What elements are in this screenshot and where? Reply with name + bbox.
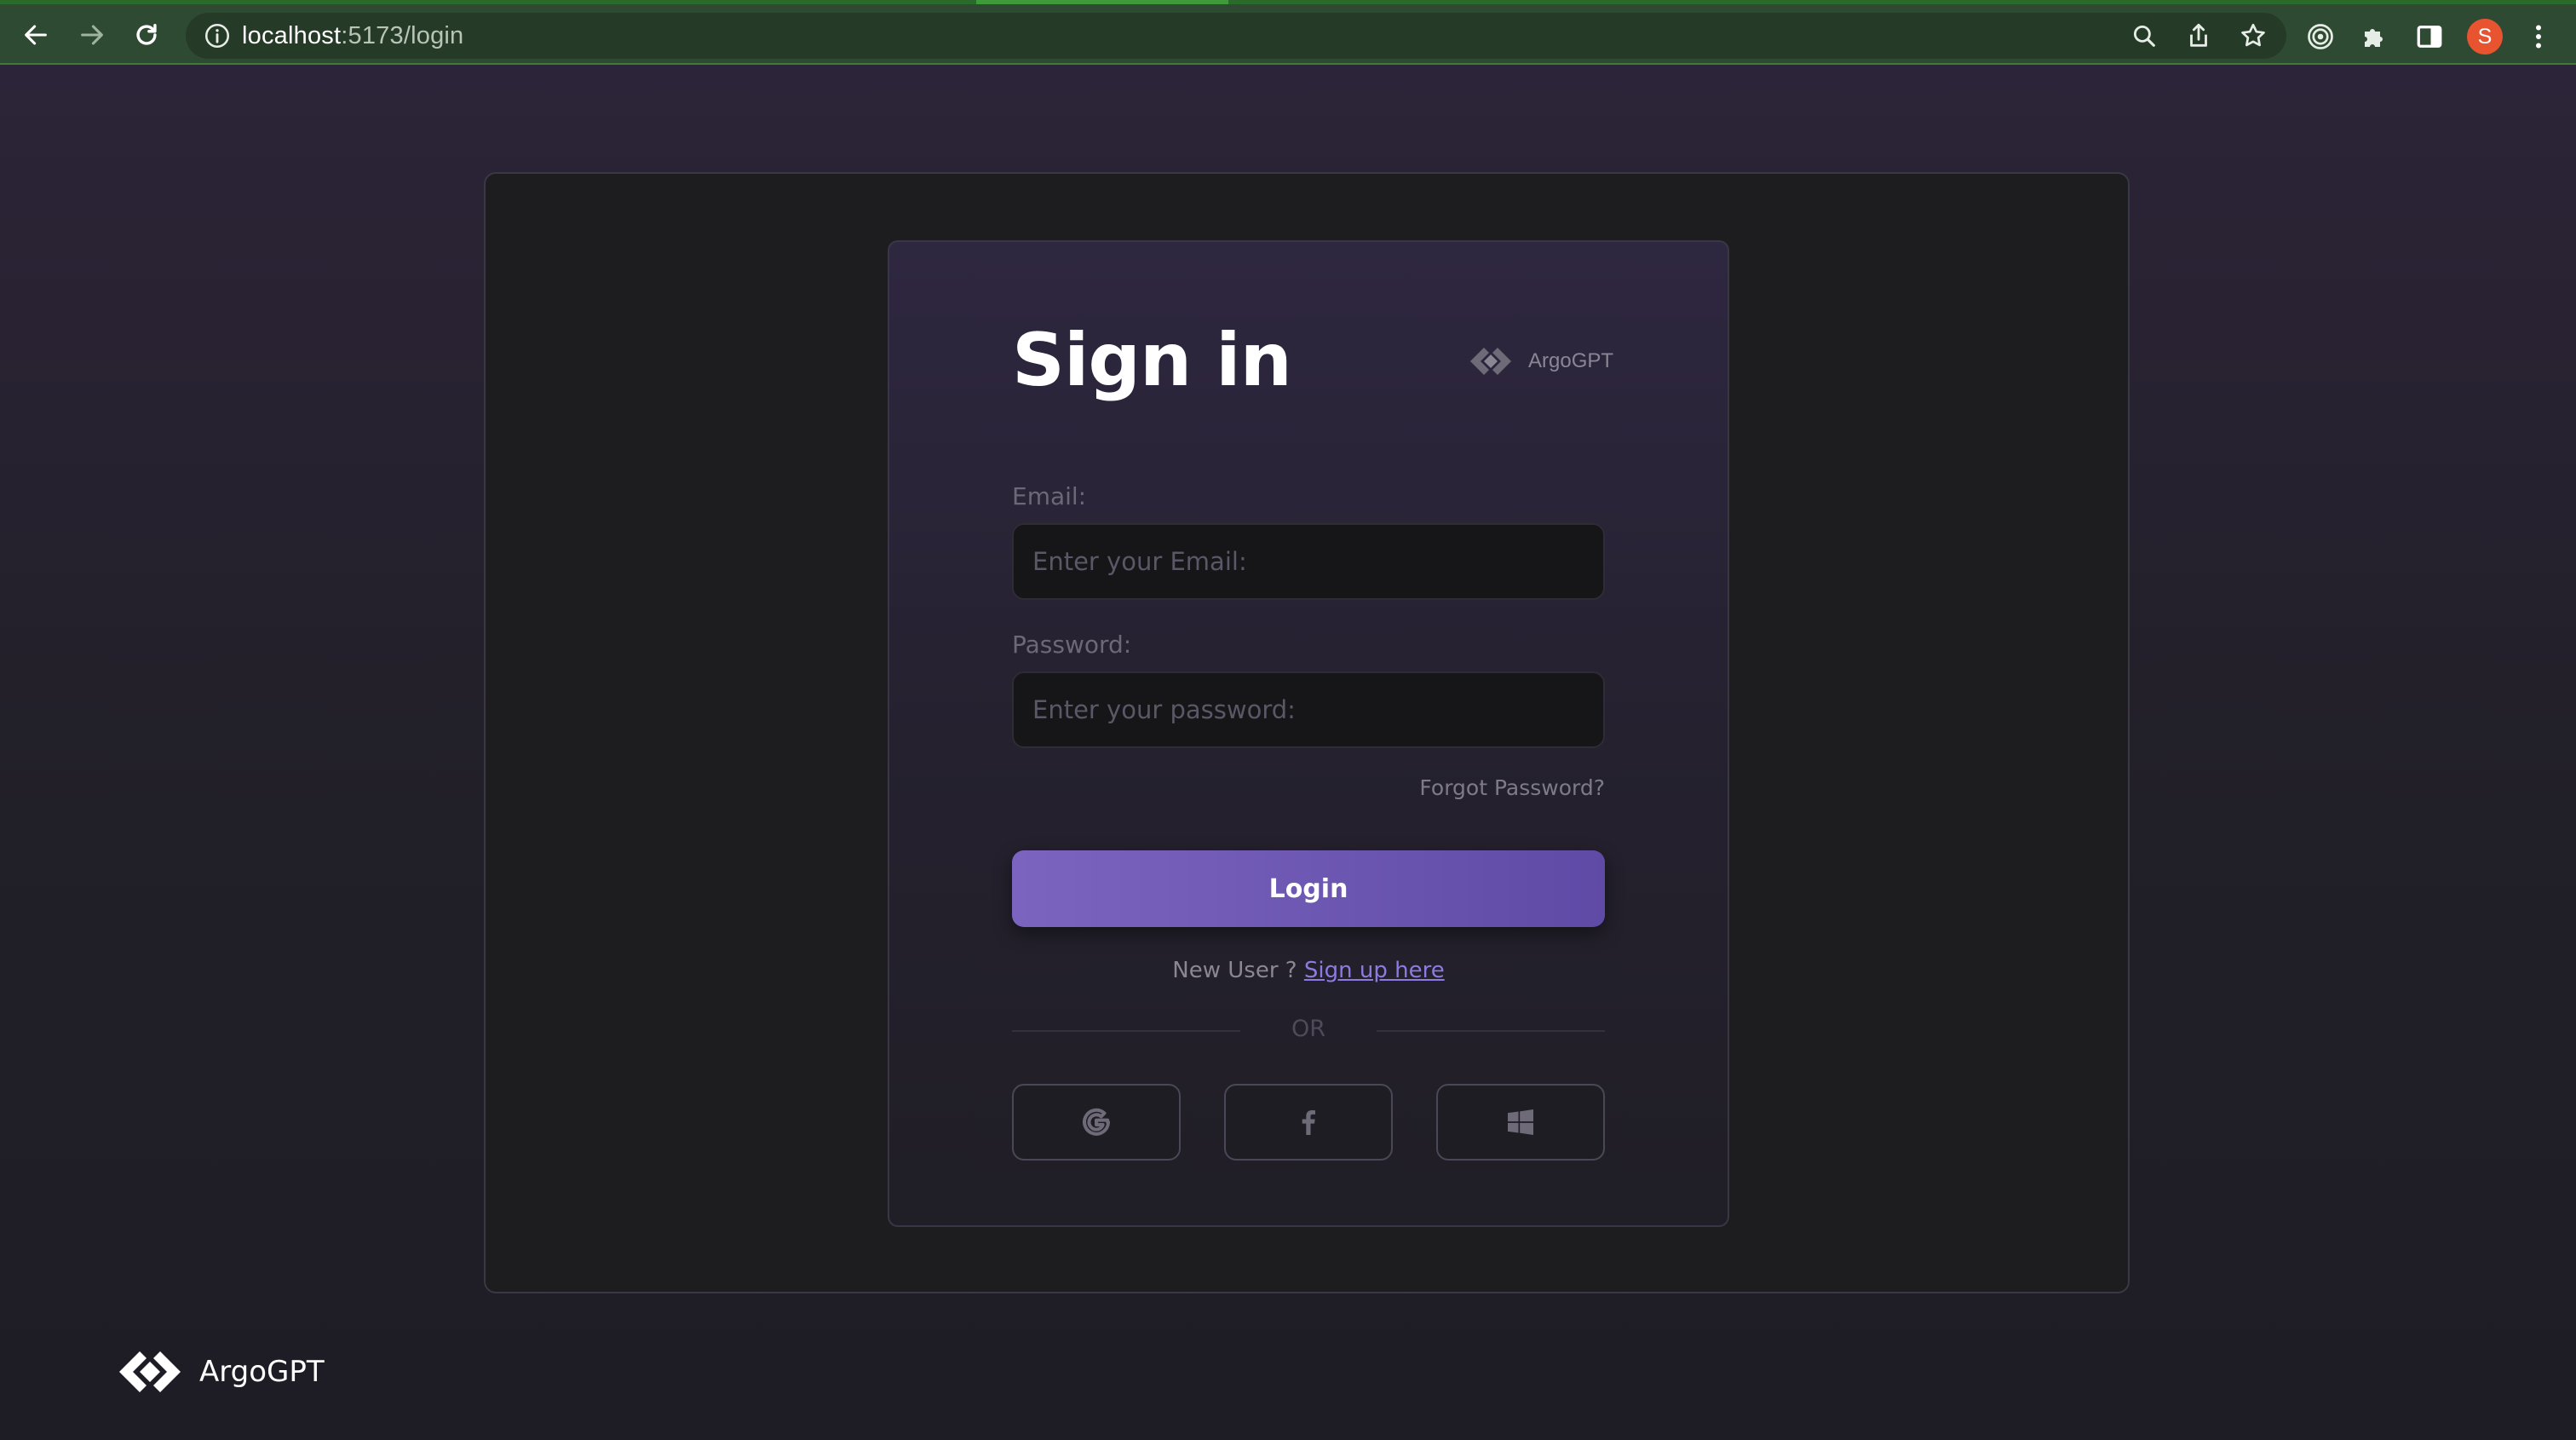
reload-button[interactable] [128,16,165,54]
side-panel-icon [2417,26,2442,48]
brand-logo-small: ArgoGPT [1469,344,1613,378]
page-title: Sign in [1012,318,1292,403]
google-icon [1083,1108,1110,1136]
browser-menu-button[interactable] [2523,21,2554,52]
footer-brand: ArgoGPT [118,1346,325,1397]
argogpt-logo-icon [119,1351,181,1392]
extension-target-button[interactable] [2305,21,2336,52]
address-bar[interactable]: localhost:5173/login [186,13,2286,59]
zoom-icon [2133,25,2155,47]
kebab-menu-icon [2536,25,2541,49]
browser-toolbar: localhost:5173/login S [0,0,2576,65]
signup-prompt: New User ? Sign up here [1012,958,1605,983]
sign-in-card: Sign in ArgoGPT Email: Password: Forgot … [888,240,1729,1227]
auth-panel: Sign in ArgoGPT Email: Password: Forgot … [484,172,2130,1293]
forward-arrow-icon [81,25,103,45]
sign-up-link[interactable]: Sign up here [1304,958,1445,983]
microsoft-login-button[interactable] [1436,1084,1605,1161]
password-field[interactable] [1012,671,1605,748]
extensions-puzzle-icon [2365,29,2383,47]
share-icon [2190,23,2207,47]
url-text[interactable]: localhost:5173/login [242,22,463,50]
footer-brand-name: ArgoGPT [199,1355,325,1389]
back-button[interactable] [17,16,55,54]
new-user-text: New User ? [1172,958,1304,983]
password-label: Password: [1012,631,1132,659]
brand-name-small: ArgoGPT [1528,349,1614,372]
forgot-password-link[interactable]: Forgot Password? [1419,775,1605,800]
google-login-button[interactable] [1012,1084,1181,1161]
facebook-login-button[interactable] [1224,1084,1393,1161]
email-label: Email: [1012,482,1087,510]
extensions-button[interactable] [2360,21,2390,52]
email-field[interactable] [1012,523,1605,600]
forward-button[interactable] [73,16,111,54]
facebook-icon [1302,1110,1315,1135]
active-tab-indicator [976,0,1228,4]
info-icon[interactable] [203,21,232,50]
share-button[interactable] [2184,21,2213,50]
windows-icon [1508,1109,1533,1135]
page-background: Sign in ArgoGPT Email: Password: Forgot … [0,65,2576,1440]
reload-icon [136,23,157,45]
or-divider: OR [1012,1014,1605,1048]
zoom-button[interactable] [2130,21,2159,50]
bookmark-star-icon [2241,23,2265,47]
bookmark-button[interactable] [2239,21,2268,50]
back-arrow-icon [25,25,47,45]
or-label: OR [1291,1016,1325,1042]
extension-target-icon [2308,24,2333,49]
divider-line-right [1377,1030,1605,1032]
argogpt-logo-icon [1470,348,1511,375]
profile-avatar[interactable]: S [2467,19,2503,55]
login-button[interactable]: Login [1012,850,1605,927]
side-panel-button[interactable] [2414,21,2445,52]
